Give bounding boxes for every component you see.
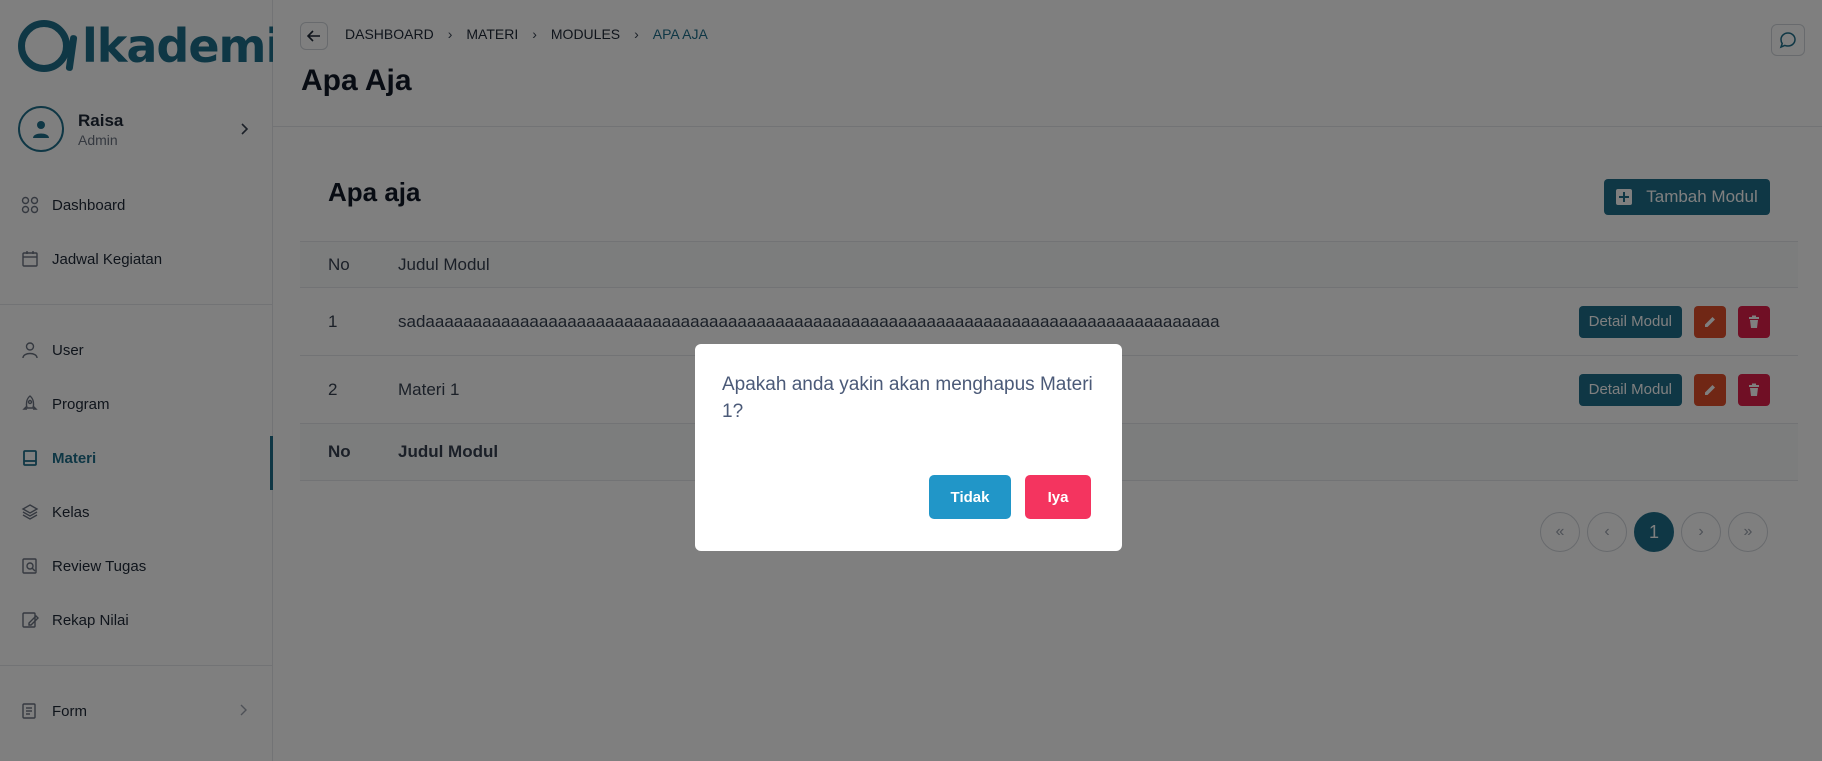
dialog-message: Apakah anda yakin akan menghapus Materi … [722,374,1093,422]
cancel-button[interactable]: Tidak [929,475,1011,519]
confirm-button[interactable]: Iya [1025,475,1091,519]
confirm-delete-dialog: Apakah anda yakin akan menghapus Materi … [695,344,1122,551]
